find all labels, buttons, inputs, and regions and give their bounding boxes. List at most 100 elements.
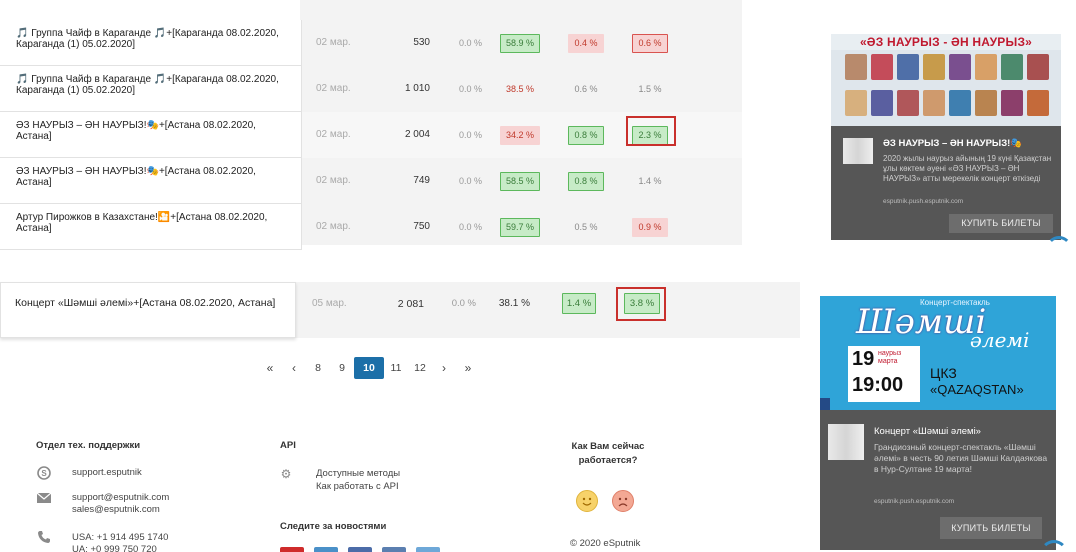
page-button-active[interactable]: 10 <box>354 357 384 379</box>
table-row[interactable]: Артур Пирожков в Казахстане!🎦+[Астана 08… <box>0 204 742 250</box>
support-title: Отдел тех. поддержки <box>36 440 141 451</box>
click-rate-badge: 1.4 % <box>562 293 596 314</box>
rate-cell: 0.0 % <box>458 176 482 186</box>
rate-cell: 0.0 % <box>458 84 482 94</box>
buy-tickets-button[interactable]: КУПИТЬ БИЛЕТЫ <box>940 517 1042 539</box>
performer-photo <box>1027 54 1049 80</box>
ad-title: Концерт «Шәмші әлемі» <box>874 426 981 437</box>
table-row[interactable]: 🎵 Группа Чайф в Караганде 🎵+[Караганда 0… <box>0 20 742 66</box>
send-date: 02 мар. <box>316 175 351 186</box>
sent-count: 2 004 <box>404 129 430 140</box>
table-row[interactable]: ӘЗ НАУРЫЗ – ӘН НАУРЫЗ!🎭+[Астана 08.02.20… <box>0 158 742 204</box>
last-page-button[interactable]: » <box>456 357 480 379</box>
facebook-icon[interactable] <box>348 547 372 552</box>
table-row[interactable]: 🎵 Группа Чайф в Караганде 🎵+[Караганда 0… <box>0 66 742 112</box>
highlight-frame <box>616 287 666 321</box>
pagination: « ‹ 8 9 10 11 12 › » <box>258 357 480 379</box>
api-guide-link[interactable]: Как работать с API <box>316 481 399 493</box>
send-date: 02 мар. <box>316 83 351 94</box>
twitter-icon[interactable] <box>314 547 338 552</box>
page-button[interactable]: 9 <box>330 357 354 379</box>
event-month: наурыз марта <box>878 350 902 365</box>
phone-usa[interactable]: USA: +1 914 495 1740 <box>72 532 168 544</box>
delivery-rate-badge: 34.2 % <box>500 126 540 145</box>
rate-cell: 0.0 % <box>451 298 476 309</box>
date-box: 19 наурыз марта 19:00 <box>848 346 920 402</box>
click-rate-badge: 0.8 % <box>568 172 604 191</box>
performer-photo <box>975 90 997 116</box>
ad-thumbnail <box>828 424 864 460</box>
send-date: 02 мар. <box>316 37 351 48</box>
happy-smiley-icon[interactable] <box>576 490 598 512</box>
table-row[interactable]: Концерт «Шәмші әлемі»+[Астана 08.02.2020… <box>0 282 800 338</box>
delivery-rate-badge: 59.7 % <box>500 218 540 237</box>
page: 🎵 Группа Чайф в Караганде 🎵+[Караганда 0… <box>0 0 1076 552</box>
send-date: 02 мар. <box>316 221 351 232</box>
click-rate-badge: 0.4 % <box>568 34 604 53</box>
performer-photo <box>1001 54 1023 80</box>
performer-photo <box>1027 90 1049 116</box>
next-page-button[interactable]: › <box>432 357 456 379</box>
phone-ua[interactable]: UA: +0 999 750 720 <box>72 544 157 552</box>
sent-count: 1 010 <box>404 83 430 94</box>
page-button[interactable]: 11 <box>384 357 408 379</box>
click-rate-badge: 0.5 % <box>574 222 598 232</box>
campaign-name[interactable]: 🎵 Группа Чайф в Караганде 🎵+[Караганда 0… <box>0 66 302 112</box>
venue-line-1: ЦКЗ <box>930 365 957 381</box>
banner-decoration <box>820 398 830 410</box>
delivery-rate: 38.1 % <box>498 298 530 309</box>
ad-url: esputnik.push.esputnik.com <box>874 498 955 505</box>
youtube-icon[interactable] <box>280 547 304 552</box>
conversion-rate-badge: 0.6 % <box>632 34 668 53</box>
push-preview-card: «ӘЗ НАУРЫЗ - ӘН НАУРЫЗ» ӘЗ НАУРЫЗ – ӘН Н… <box>831 34 1061 240</box>
ad-url: esputnik.push.esputnik.com <box>883 198 964 205</box>
performer-photo <box>923 54 945 80</box>
skype-link[interactable]: support.esputnik <box>72 467 142 479</box>
stats-table: 🎵 Группа Чайф в Караганде 🎵+[Караганда 0… <box>0 0 742 250</box>
vk-icon[interactable] <box>382 547 406 552</box>
campaign-name[interactable]: Артур Пирожков в Казахстане!🎦+[Астана 08… <box>0 204 302 250</box>
delivery-rate-badge: 58.5 % <box>500 172 540 191</box>
campaign-name[interactable]: ӘЗ НАУРЫЗ – ӘН НАУРЫЗ!🎭+[Астана 08.02.20… <box>0 112 302 158</box>
banner-script-title: Шәмші <box>856 302 987 342</box>
campaign-name[interactable]: 🎵 Группа Чайф в Караганде 🎵+[Караганда 0… <box>0 20 302 66</box>
api-methods-link[interactable]: Доступные методы <box>316 468 400 480</box>
loading-spinner <box>1046 236 1072 262</box>
banner-script-subtitle: әлемі <box>970 328 1030 352</box>
ad-banner-image: «ӘЗ НАУРЫЗ - ӘН НАУРЫЗ» <box>831 34 1061 126</box>
svg-text:S: S <box>41 469 47 478</box>
send-date: 02 мар. <box>316 129 351 140</box>
sales-email-link[interactable]: sales@esputnik.com <box>72 504 160 516</box>
api-title: API <box>280 440 296 451</box>
table-row[interactable]: ӘЗ НАУРЫЗ – ӘН НАУРЫЗ!🎭+[Астана 08.02.20… <box>0 112 742 158</box>
mail-icon <box>36 492 52 506</box>
campaign-name[interactable]: ӘЗ НАУРЫЗ – ӘН НАУРЫЗ!🎭+[Астана 08.02.20… <box>0 158 302 204</box>
ad-thumbnail <box>843 138 873 164</box>
support-email-link[interactable]: support@esputnik.com <box>72 492 169 504</box>
sent-count: 2 081 <box>397 298 424 310</box>
click-rate-badge: 0.8 % <box>568 126 604 145</box>
mood-title: Как Вам сейчас работается? <box>571 441 645 466</box>
performer-photo <box>871 90 893 116</box>
performer-photo <box>897 54 919 80</box>
telegram-icon[interactable] <box>416 547 440 552</box>
performer-photo <box>949 54 971 80</box>
performer-photo <box>897 90 919 116</box>
page-button[interactable]: 12 <box>408 357 432 379</box>
delivery-rate-badge: 58.9 % <box>500 34 540 53</box>
news-title: Следите за новостями <box>280 521 387 532</box>
ad-body: Грандиозный концерт-спектакль «Шәмші әле… <box>874 442 1048 474</box>
delivery-rate-badge: 38.5 % <box>505 84 535 94</box>
buy-tickets-button[interactable]: КУПИТЬ БИЛЕТЫ <box>949 214 1053 233</box>
performer-photo <box>1001 90 1023 116</box>
page-button[interactable]: 8 <box>306 357 330 379</box>
performer-photo <box>845 54 867 80</box>
prev-page-button[interactable]: ‹ <box>282 357 306 379</box>
sad-smiley-icon[interactable] <box>612 490 634 512</box>
first-page-button[interactable]: « <box>258 357 282 379</box>
rate-cell: 0.0 % <box>458 130 482 140</box>
rate-cell: 0.0 % <box>458 38 482 48</box>
highlight-frame <box>626 116 676 146</box>
campaign-name[interactable]: Концерт «Шәмші әлемі»+[Астана 08.02.2020… <box>0 282 296 338</box>
event-day: 19 <box>852 348 875 370</box>
